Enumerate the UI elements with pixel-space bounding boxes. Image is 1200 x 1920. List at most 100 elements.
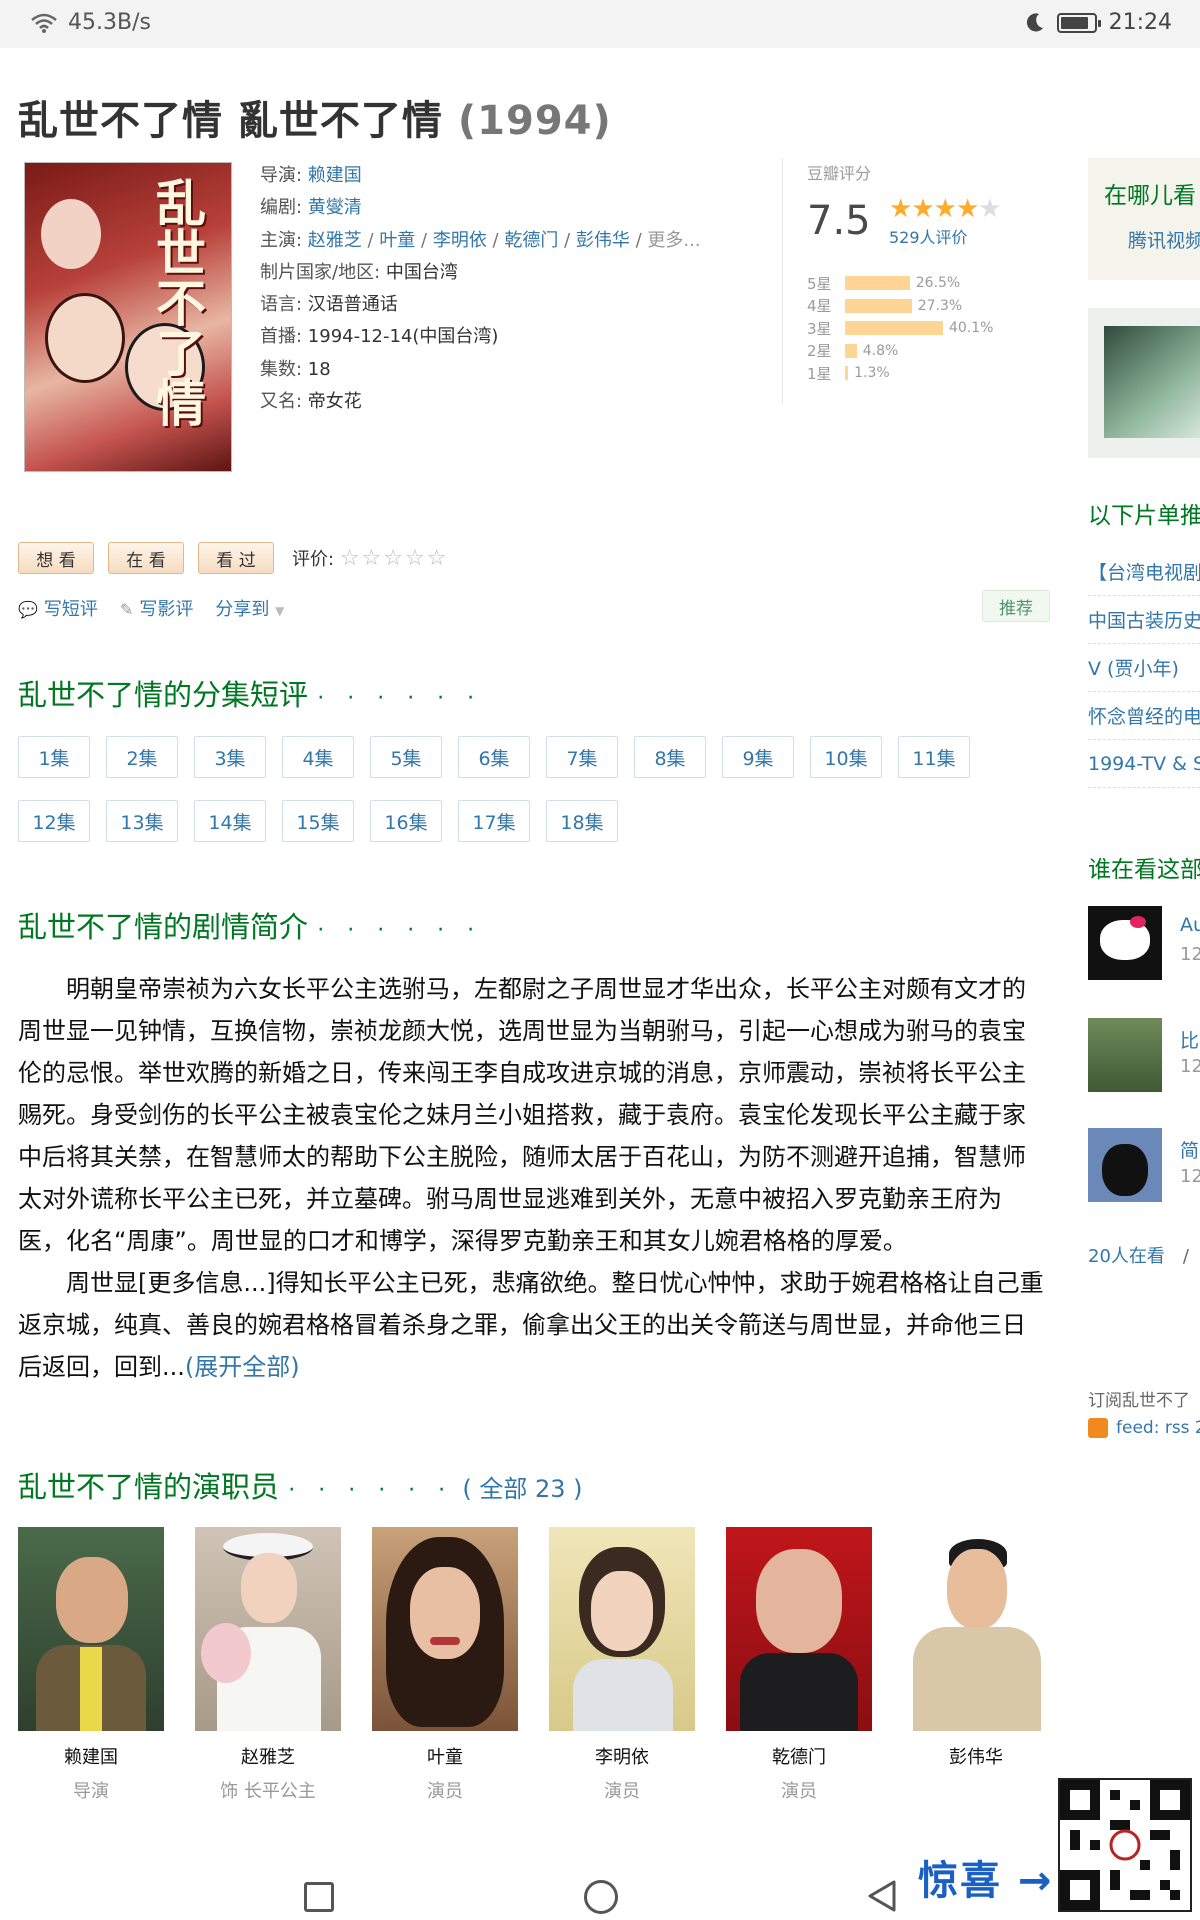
watcher-item[interactable]: 比 12 — [1088, 1018, 1200, 1092]
want-to-watch-button[interactable]: 想 看 — [18, 542, 94, 574]
doulist-title: 以下片单推 — [1088, 503, 1200, 529]
star-icon: ★ — [978, 194, 1001, 224]
home-button[interactable] — [584, 1880, 618, 1914]
language-label: 语言 — [260, 294, 296, 316]
cast-label: 主演 — [260, 229, 296, 251]
title-dots: · · · · · · — [288, 1478, 454, 1503]
rating-distribution-row: 2星 4.8% — [807, 340, 993, 363]
episode-button[interactable]: 9集 — [722, 736, 794, 778]
ad-banner[interactable] — [1088, 308, 1200, 458]
doulist-item[interactable]: 1994-TV & S — [1088, 740, 1200, 788]
episode-button[interactable]: 2集 — [106, 736, 178, 778]
cast-member[interactable]: 李明依 演员 — [549, 1527, 695, 1803]
writer-label: 编剧 — [260, 197, 296, 219]
episode-button[interactable]: 5集 — [370, 736, 442, 778]
watching-button[interactable]: 在 看 — [108, 542, 184, 574]
writer-link[interactable]: 黄燮清 — [308, 197, 362, 218]
title-dots: · · · · · · — [317, 918, 483, 943]
rating-star-label: 4星 — [807, 297, 832, 316]
episode-button[interactable]: 12集 — [18, 800, 90, 842]
episode-button[interactable]: 10集 — [810, 736, 882, 778]
episode-button[interactable]: 3集 — [194, 736, 266, 778]
recent-apps-button[interactable] — [304, 1882, 334, 1912]
write-review-link[interactable]: ✎ 写影评 — [120, 595, 193, 621]
source-link[interactable]: 腾讯视频 — [1128, 226, 1200, 253]
doulist-item[interactable]: 【台湾电视剧 — [1088, 548, 1200, 596]
poster-figure — [41, 199, 101, 269]
rating-distribution-row: 3星 40.1% — [807, 317, 993, 340]
cast-link[interactable]: 赵雅芝 — [308, 230, 362, 251]
episode-button[interactable]: 18集 — [546, 800, 618, 842]
cast-role: 演员 — [604, 1781, 640, 1802]
rating-percent: 1.3% — [854, 365, 890, 382]
cast-role: 导演 — [73, 1781, 109, 1802]
my-rating: 评价: ☆☆☆☆☆ — [292, 545, 448, 571]
episode-button[interactable]: 15集 — [282, 800, 354, 842]
star-icon: ★ — [889, 194, 912, 224]
summary-section-title: 乱世不了情的剧情简介 · · · · · · — [18, 904, 482, 946]
rss-feed-link[interactable]: feed: rss 2 — [1088, 1418, 1200, 1438]
my-rating-stars[interactable]: ☆☆☆☆☆ — [340, 546, 449, 571]
watcher-name[interactable]: Au — [1180, 914, 1200, 936]
expand-link[interactable]: (展开全部) — [185, 1353, 300, 1381]
cast-photo — [18, 1527, 164, 1731]
episode-button[interactable]: 8集 — [634, 736, 706, 778]
language-value: 汉语普通话 — [307, 294, 398, 316]
rating-votes-link[interactable]: 529人评价 — [889, 224, 968, 248]
watcher-item[interactable]: Au 12 — [1088, 906, 1200, 980]
moon-icon — [1026, 12, 1043, 31]
title-dots: · · · · · · — [317, 686, 483, 711]
watchers-title: 谁在看这部 — [1088, 857, 1200, 883]
cast-member[interactable]: 彭伟华 — [903, 1527, 1049, 1803]
episode-button[interactable]: 16集 — [370, 800, 442, 842]
cast-link[interactable]: 李明依 — [433, 230, 487, 251]
episode-button[interactable]: 11集 — [898, 736, 970, 778]
episode-button[interactable]: 4集 — [282, 736, 354, 778]
cast-name: 彭伟华 — [949, 1747, 1003, 1768]
watcher-name[interactable]: 比 — [1180, 1026, 1199, 1053]
page-title: 乱世不了情 亂世不了情 (1994) — [18, 88, 612, 146]
cast-role: 饰 长平公主 — [220, 1781, 316, 1802]
back-button[interactable] — [864, 1878, 900, 1914]
watched-button[interactable]: 看 过 — [198, 542, 274, 574]
star-icon: ★ — [933, 194, 957, 224]
cast-link[interactable]: 彭伟华 — [576, 230, 630, 251]
rating-distribution: 5星 26.5% 4星 27.3% 3星 40.1% 2星 4.8% 1星 1.3% — [807, 272, 993, 385]
poster-image[interactable]: 乱世不了情 — [24, 162, 232, 472]
cast-member[interactable]: 乾德门 演员 — [726, 1527, 872, 1803]
pencil-icon: ✎ — [119, 600, 134, 619]
cast-photo — [372, 1527, 518, 1731]
cast-member[interactable]: 赖建国 导演 — [18, 1527, 164, 1803]
episode-button[interactable]: 17集 — [458, 800, 530, 842]
cast-all-link[interactable]: ( 全部 23 ) — [462, 1475, 582, 1503]
rating-percent: 4.8% — [862, 342, 899, 359]
doulist-item[interactable]: 中国古装历史 — [1088, 596, 1200, 644]
watcher-name[interactable]: 简 — [1180, 1136, 1199, 1163]
director-label: 导演 — [260, 165, 296, 186]
doulist-item[interactable]: V (贾小年) — [1088, 644, 1200, 692]
cast-member[interactable]: 赵雅芝 饰 长平公主 — [195, 1527, 341, 1803]
cast-name: 叶童 — [427, 1747, 463, 1768]
director-link[interactable]: 赖建国 — [308, 165, 362, 186]
share-dropdown[interactable]: 分享到 ▼ — [215, 595, 284, 621]
episode-button[interactable]: 1集 — [18, 736, 90, 778]
watching-count-link[interactable]: 20人在看 — [1088, 1246, 1165, 1267]
ad-image — [1104, 326, 1200, 438]
episode-button[interactable]: 14集 — [194, 800, 266, 842]
poster-figure — [45, 293, 125, 383]
doulist-item[interactable]: 怀念曾经的电 — [1088, 692, 1200, 740]
cast-member[interactable]: 叶童 演员 — [372, 1527, 518, 1803]
poster-title: 乱世不了情 — [148, 177, 207, 427]
cast-more-link[interactable]: 更多... — [647, 230, 700, 251]
episode-button[interactable]: 6集 — [458, 736, 530, 778]
summary-paragraph: 明朝皇帝崇祯为六女长平公主选驸马，左都尉之子周世显才华出众，长平公主对颇有文才的… — [18, 975, 1026, 1255]
rating-distribution-row: 1星 1.3% — [807, 362, 993, 385]
watcher-item[interactable]: 简 12 — [1088, 1128, 1200, 1202]
write-short-review-link[interactable]: 💬 写短评 — [18, 595, 98, 621]
cast-link[interactable]: 乾德门 — [504, 230, 558, 251]
episode-button[interactable]: 13集 — [106, 800, 178, 842]
episode-button[interactable]: 7集 — [546, 736, 618, 778]
cast-link[interactable]: 叶童 — [379, 230, 415, 251]
rating-panel: 豆瓣评分 7.5 ★★★★★ 529人评价 5星 26.5% 4星 27.3% 3星 40… — [782, 158, 1052, 404]
recommend-button[interactable]: 推荐 — [982, 590, 1050, 622]
